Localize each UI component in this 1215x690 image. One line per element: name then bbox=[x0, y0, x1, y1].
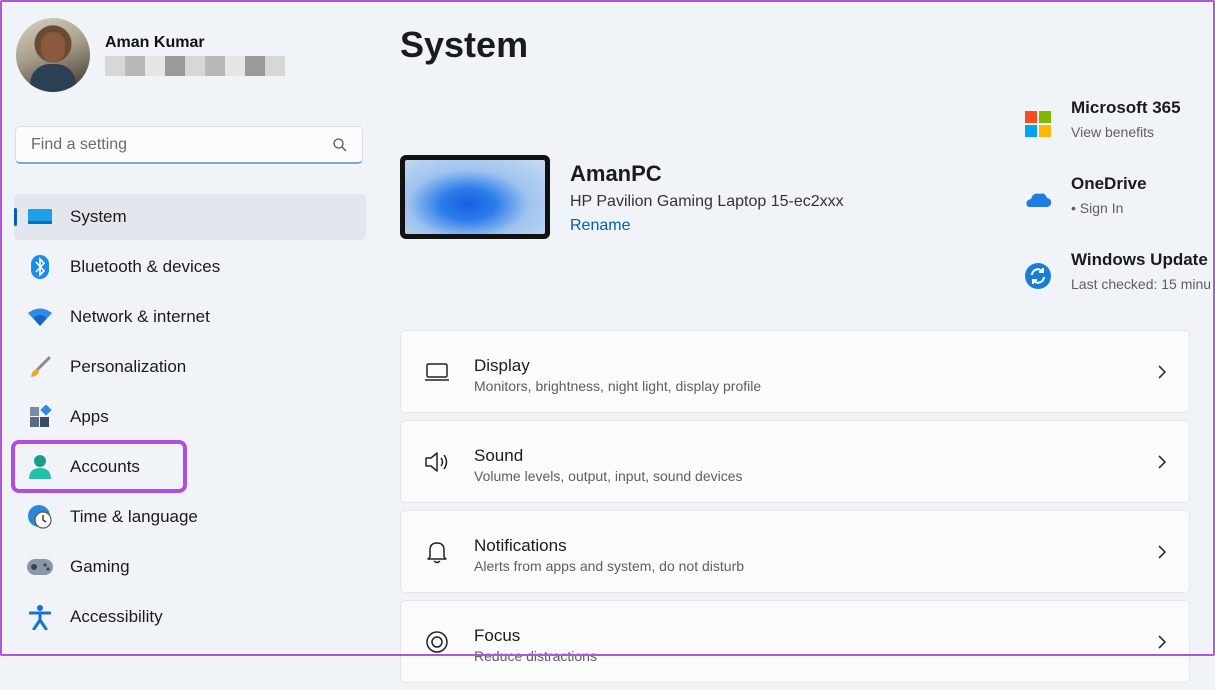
page-title: System bbox=[400, 24, 529, 65]
search-input[interactable] bbox=[29, 135, 323, 155]
profile[interactable]: Aman Kumar bbox=[16, 18, 285, 92]
globe-clock-icon bbox=[26, 503, 54, 531]
quick-link-title: OneDrive bbox=[1071, 174, 1147, 193]
sidebar-item-label: Personalization bbox=[70, 357, 187, 376]
device-summary: AmanPC HP Pavilion Gaming Laptop 15-ec2x… bbox=[400, 155, 844, 239]
chevron-right-icon bbox=[1158, 545, 1167, 559]
speaker-icon bbox=[425, 452, 448, 472]
rename-link[interactable]: Rename bbox=[570, 217, 630, 235]
settings-list: Display Monitors, brightness, night ligh… bbox=[400, 330, 1190, 690]
settings-card-sound[interactable]: Sound Volume levels, output, input, soun… bbox=[400, 420, 1190, 503]
nav-list: System Bluetooth & devices Network & int… bbox=[14, 194, 366, 644]
focus-icon bbox=[426, 631, 448, 653]
gamepad-icon bbox=[26, 553, 54, 581]
sidebar-item-gaming[interactable]: Gaming bbox=[14, 544, 366, 590]
card-subtitle: Monitors, brightness, night light, displ… bbox=[474, 378, 762, 394]
onedrive-cloud-icon bbox=[1026, 193, 1052, 207]
sidebar-item-accessibility[interactable]: Accessibility bbox=[14, 594, 366, 640]
brush-icon bbox=[26, 353, 54, 381]
search-box[interactable] bbox=[15, 126, 363, 164]
accessibility-icon bbox=[26, 603, 54, 631]
card-subtitle: Alerts from apps and system, do not dist… bbox=[474, 558, 745, 574]
bluetooth-icon bbox=[26, 253, 54, 281]
sidebar-item-label: Apps bbox=[70, 407, 109, 426]
quick-link-title: Windows Update bbox=[1071, 250, 1208, 269]
search-icon[interactable] bbox=[332, 137, 348, 153]
device-model: HP Pavilion Gaming Laptop 15-ec2xxx bbox=[570, 193, 844, 210]
bell-icon bbox=[427, 542, 447, 564]
microsoft-logo-icon bbox=[1025, 111, 1051, 137]
quick-link-subtitle: • Sign In bbox=[1071, 200, 1124, 216]
chevron-right-icon bbox=[1158, 455, 1167, 469]
card-title: Focus bbox=[474, 626, 521, 645]
card-title: Display bbox=[474, 356, 530, 375]
sidebar-item-label: Bluetooth & devices bbox=[70, 257, 221, 276]
windows-update-icon bbox=[1025, 263, 1051, 289]
device-image bbox=[400, 155, 550, 239]
sidebar-item-bluetooth[interactable]: Bluetooth & devices bbox=[14, 244, 366, 290]
sidebar-item-label: Gaming bbox=[70, 557, 130, 576]
sidebar-item-apps[interactable]: Apps bbox=[14, 394, 366, 440]
accounts-highlight-box bbox=[11, 440, 187, 493]
device-name: AmanPC bbox=[570, 161, 662, 186]
sidebar-item-personalization[interactable]: Personalization bbox=[14, 344, 366, 390]
chevron-right-icon bbox=[1158, 365, 1167, 379]
settings-card-display[interactable]: Display Monitors, brightness, night ligh… bbox=[400, 330, 1190, 413]
card-title: Notifications bbox=[474, 536, 567, 555]
sidebar-item-time-language[interactable]: Time & language bbox=[14, 494, 366, 540]
sidebar-item-label: System bbox=[70, 207, 127, 226]
avatar[interactable] bbox=[16, 18, 90, 92]
chevron-right-icon bbox=[1158, 635, 1167, 649]
system-icon bbox=[26, 203, 54, 231]
sidebar-item-network[interactable]: Network & internet bbox=[14, 294, 366, 340]
sidebar-item-system[interactable]: System bbox=[14, 194, 366, 240]
card-subtitle: Volume levels, output, input, sound devi… bbox=[474, 468, 743, 484]
quick-link-title: Microsoft 365 bbox=[1071, 98, 1181, 117]
settings-card-notifications[interactable]: Notifications Alerts from apps and syste… bbox=[400, 510, 1190, 593]
sidebar-item-label: Time & language bbox=[70, 507, 198, 526]
sidebar: Aman Kumar System Bluetooth & devices bbox=[0, 0, 380, 656]
sidebar-item-label: Network & internet bbox=[70, 307, 210, 326]
quick-link-subtitle: Last checked: 15 minu bbox=[1071, 276, 1212, 292]
wifi-icon bbox=[26, 303, 54, 331]
apps-icon bbox=[26, 403, 54, 431]
settings-card-focus[interactable]: Focus Reduce distractions bbox=[400, 600, 1190, 683]
display-icon bbox=[425, 363, 449, 381]
sidebar-item-label: Accessibility bbox=[70, 607, 163, 626]
profile-name: Aman Kumar bbox=[105, 34, 205, 51]
profile-email-redacted bbox=[105, 56, 285, 76]
card-title: Sound bbox=[474, 446, 524, 465]
quick-link-subtitle: View benefits bbox=[1071, 124, 1155, 140]
card-subtitle: Reduce distractions bbox=[474, 648, 597, 664]
